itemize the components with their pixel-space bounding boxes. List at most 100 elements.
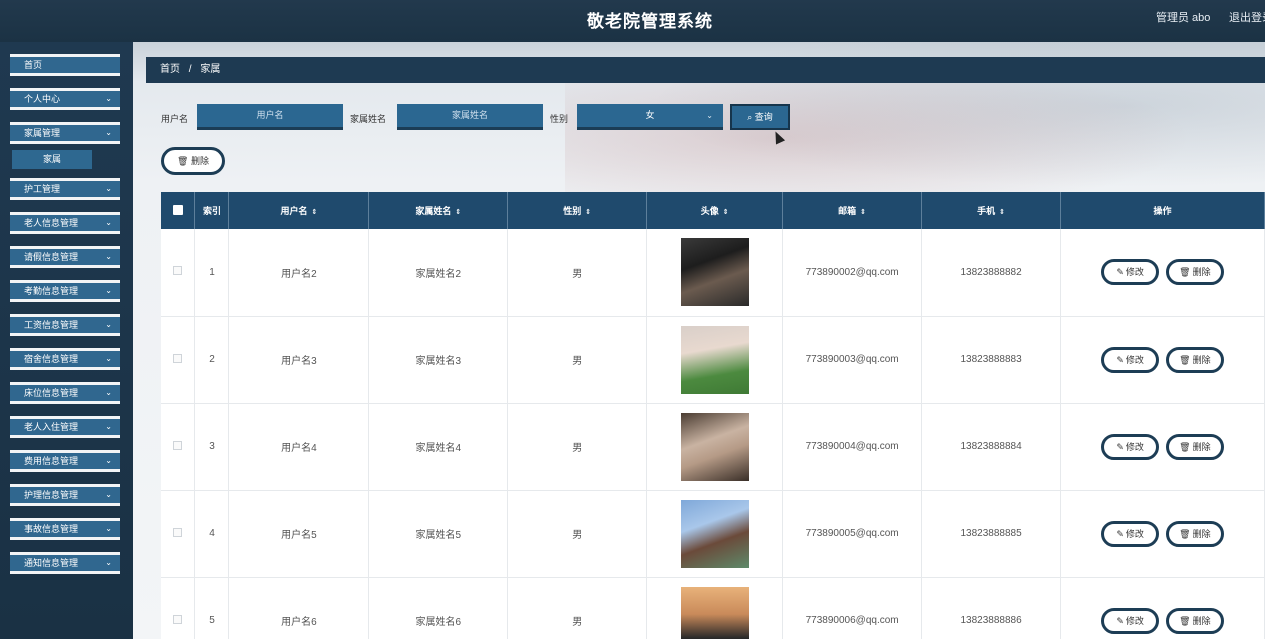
edit-icon: ✎	[1116, 267, 1124, 278]
sidebar-item-home[interactable]: 首页	[10, 54, 120, 76]
chevron-down-icon: ⌄	[105, 354, 112, 363]
delete-button[interactable]: 🗑 删除	[1165, 433, 1224, 460]
column-header-avatar[interactable]: 头像 ⇕	[646, 192, 784, 229]
row-select-cell[interactable]	[161, 229, 196, 317]
row-checkbox[interactable]	[173, 266, 183, 276]
sort-icon[interactable]: ⇕	[311, 209, 317, 216]
sidebar-item-attendance-info[interactable]: 考勤信息管理 ⌄	[10, 280, 120, 302]
table-row: 2 用户名3 家属姓名3 男 773890003@qq.com 13823888…	[161, 316, 1265, 404]
trash-icon: 🗑	[177, 156, 189, 166]
sort-icon[interactable]: ⇕	[723, 209, 729, 216]
email-cell: 773890002@qq.com	[782, 229, 923, 317]
row-select-cell[interactable]	[161, 403, 196, 491]
sidebar-item-elder-info[interactable]: 老人信息管理 ⌄	[10, 212, 120, 234]
column-header-family-name[interactable]: 家属姓名 ⇕	[368, 192, 509, 229]
phone-cell: 13823888886	[921, 577, 1062, 639]
sidebar-item-bed-info[interactable]: 床位信息管理 ⌄	[10, 382, 120, 404]
delete-button[interactable]: 🗑 删除	[1165, 259, 1224, 286]
family-name-cell: 家属姓名5	[368, 490, 509, 578]
column-header-gender[interactable]: 性别 ⇕	[507, 192, 648, 229]
column-header-label: 索引	[202, 206, 221, 216]
column-header-label: 家属姓名	[415, 206, 452, 216]
family-name-cell: 家属姓名3	[368, 316, 509, 404]
delete-button[interactable]: 🗑 删除	[1165, 607, 1224, 634]
edit-button[interactable]: ✎ 修改	[1101, 346, 1160, 373]
sort-icon[interactable]: ⇕	[999, 209, 1005, 216]
avatar	[680, 586, 749, 639]
column-header-username[interactable]: 用户名 ⇕	[228, 192, 370, 229]
sidebar-item-elder-checkin[interactable]: 老人入住管理 ⌄	[10, 416, 120, 438]
delete-button-label: 删除	[1192, 615, 1211, 626]
email-cell: 773890006@qq.com	[782, 577, 923, 639]
delete-button[interactable]: 🗑 删除	[1165, 346, 1224, 373]
gender-cell: 男	[507, 229, 648, 317]
family-name-cell: 家属姓名6	[368, 577, 509, 639]
trash-icon: 🗑	[1179, 441, 1191, 452]
chevron-down-icon: ⌄	[105, 320, 112, 329]
breadcrumb-separator: /	[188, 64, 192, 75]
app-title: 敬老院管理系统	[587, 12, 713, 31]
sidebar-subitem-family[interactable]: 家属	[12, 150, 92, 169]
family-name-input[interactable]: 家属姓名	[397, 104, 543, 130]
select-all-checkbox[interactable]	[172, 204, 183, 215]
sort-icon[interactable]: ⇕	[455, 209, 461, 216]
column-header-email[interactable]: 邮箱 ⇕	[782, 192, 923, 229]
chevron-down-icon: ⌄	[105, 94, 112, 103]
sidebar-item-label: 老人入住管理	[24, 422, 79, 432]
select-all-header[interactable]	[161, 192, 196, 229]
sidebar-item-label: 考勤信息管理	[24, 286, 79, 296]
row-select-cell[interactable]	[161, 316, 196, 404]
avatar	[680, 499, 749, 568]
sidebar-item-family-management[interactable]: 家属管理 ⌄	[10, 122, 120, 144]
edit-button[interactable]: ✎ 修改	[1101, 433, 1160, 460]
row-checkbox[interactable]	[173, 614, 183, 624]
row-select-cell[interactable]	[161, 577, 196, 639]
edit-button-label: 修改	[1125, 267, 1144, 278]
chevron-down-icon: ⌄	[105, 524, 112, 533]
breadcrumb-home[interactable]: 首页	[160, 64, 180, 75]
edit-button[interactable]: ✎ 修改	[1101, 259, 1160, 286]
sidebar-item-nursing-info[interactable]: 护理信息管理 ⌄	[10, 484, 120, 506]
row-checkbox[interactable]	[173, 527, 183, 537]
row-checkbox[interactable]	[173, 440, 183, 450]
edit-button[interactable]: ✎ 修改	[1101, 520, 1160, 547]
delete-button-label: 删除	[1192, 441, 1211, 452]
sidebar-item-personal-center[interactable]: 个人中心 ⌄	[10, 88, 120, 110]
username-input[interactable]: 用户名	[197, 104, 343, 130]
sidebar-item-label: 费用信息管理	[24, 456, 79, 466]
sidebar-item-notice-info[interactable]: 通知信息管理 ⌄	[10, 552, 120, 574]
gender-cell: 男	[507, 490, 648, 578]
row-checkbox[interactable]	[173, 353, 183, 363]
gender-select-value: 女	[645, 110, 655, 120]
family-name-cell: 家属姓名2	[368, 229, 509, 317]
edit-button-label: 修改	[1125, 528, 1144, 539]
sidebar-item-dorm-info[interactable]: 宿舍信息管理 ⌄	[10, 348, 120, 370]
logout-link[interactable]: 退出登录	[1229, 9, 1265, 25]
edit-button-label: 修改	[1125, 354, 1144, 365]
batch-delete-button[interactable]: 🗑 删除	[161, 147, 225, 175]
chevron-down-icon: ⌄	[706, 111, 713, 120]
avatar-cell	[646, 490, 784, 578]
edit-button[interactable]: ✎ 修改	[1101, 607, 1160, 634]
top-header: 敬老院管理系统 管理员 abo 退出登录	[0, 0, 1265, 42]
sort-icon[interactable]: ⇕	[860, 209, 866, 216]
sidebar-item-caregiver-management[interactable]: 护工管理 ⌄	[10, 178, 120, 200]
column-header-phone[interactable]: 手机 ⇕	[921, 192, 1062, 229]
query-button[interactable]: ⌕ 查询	[730, 104, 790, 130]
chevron-down-icon: ⌄	[105, 422, 112, 431]
row-select-cell[interactable]	[161, 490, 196, 578]
delete-button[interactable]: 🗑 删除	[1165, 520, 1224, 547]
edit-icon: ✎	[1116, 441, 1124, 452]
sidebar-item-salary-info[interactable]: 工资信息管理 ⌄	[10, 314, 120, 336]
edit-button-label: 修改	[1125, 615, 1144, 626]
sidebar-item-accident-info[interactable]: 事故信息管理 ⌄	[10, 518, 120, 540]
sidebar-item-leave-info[interactable]: 请假信息管理 ⌄	[10, 246, 120, 268]
edit-icon: ✎	[1116, 615, 1124, 626]
gender-select[interactable]: 女 ⌄	[577, 104, 723, 130]
username-label: 用户名	[161, 114, 189, 124]
family-name-label: 家属姓名	[350, 114, 387, 124]
sidebar-item-label: 事故信息管理	[24, 524, 79, 534]
sort-icon[interactable]: ⇕	[585, 209, 591, 216]
main-content: 首页 / 家属 用户名 用户名 家属姓名 家属姓名 性别 女 ⌄ ⌕ 查询 🗑 …	[133, 42, 1265, 639]
sidebar-item-fee-info[interactable]: 费用信息管理 ⌄	[10, 450, 120, 472]
